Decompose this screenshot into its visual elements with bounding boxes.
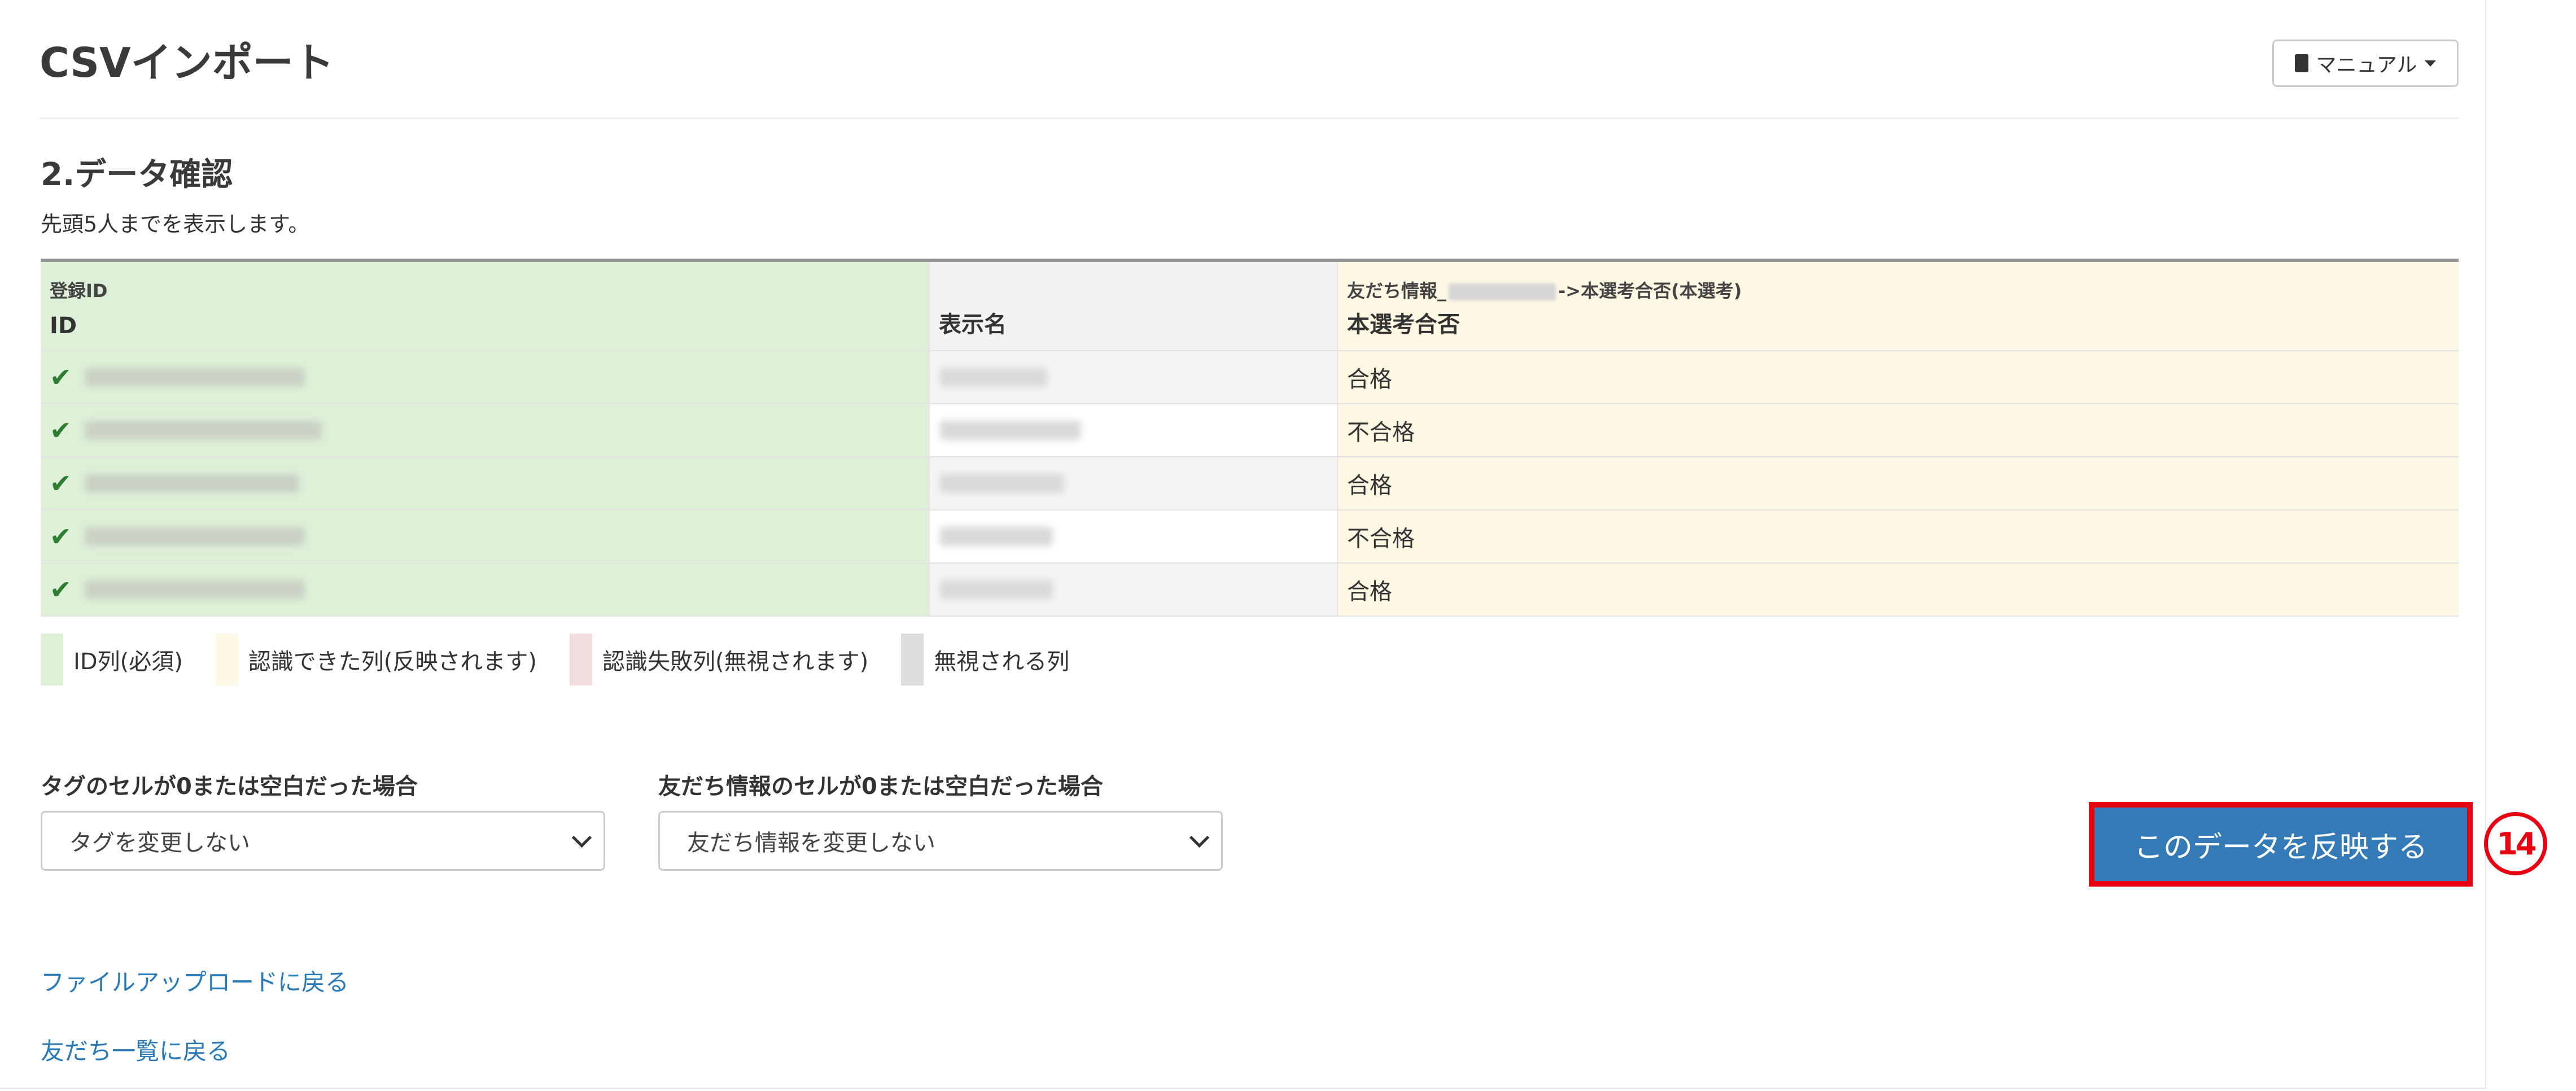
id-cell: ✔ bbox=[41, 510, 930, 562]
manual-dropdown-button[interactable]: マニュアル bbox=[2272, 40, 2459, 87]
legend-recognized-column: 認識できた列(反映されます) bbox=[215, 634, 537, 686]
redacted-id bbox=[85, 421, 322, 440]
header-sub-suffix: ->本選考合否(本選考) bbox=[1558, 280, 1742, 302]
redacted-field-name bbox=[1449, 283, 1556, 300]
redacted-name bbox=[940, 527, 1053, 546]
legend-label: ID列(必須) bbox=[73, 649, 183, 675]
check-icon: ✔ bbox=[50, 574, 72, 605]
redacted-id bbox=[85, 527, 305, 546]
legend-swatch bbox=[41, 634, 63, 686]
display-name-cell bbox=[930, 457, 1338, 509]
display-name-cell bbox=[930, 564, 1338, 616]
tag-option-label: タグのセルが0または空白だった場合 bbox=[41, 774, 418, 800]
legend-swatch bbox=[215, 634, 238, 686]
friend-option-value: 友だち情報を変更しない bbox=[687, 830, 935, 856]
legend-label: 認識失敗列(無視されます) bbox=[602, 649, 869, 675]
step-number-badge: 14 bbox=[2484, 812, 2547, 875]
table-row: ✔ 不合格 bbox=[41, 404, 2459, 457]
result-cell: 不合格 bbox=[1338, 510, 2459, 562]
redacted-id bbox=[85, 580, 305, 599]
header-main-label: ID bbox=[50, 313, 77, 339]
section-heading: 2.データ確認 bbox=[41, 156, 233, 193]
table-row: ✔ 不合格 bbox=[41, 510, 2459, 564]
check-icon: ✔ bbox=[50, 468, 72, 499]
divider bbox=[40, 117, 2459, 119]
id-cell: ✔ bbox=[41, 564, 930, 616]
header-sub-label: 登録ID bbox=[50, 280, 108, 302]
display-name-cell bbox=[930, 404, 1338, 456]
back-to-upload-link[interactable]: ファイルアップロードに戻る bbox=[41, 963, 349, 998]
header-display-name-column: 表示名 bbox=[930, 262, 1338, 350]
legend-id-column: ID列(必須) bbox=[41, 634, 183, 686]
redacted-name bbox=[940, 421, 1081, 440]
manual-label: マニュアル bbox=[2316, 54, 2417, 77]
redacted-name bbox=[940, 474, 1064, 493]
id-cell: ✔ bbox=[41, 457, 930, 509]
apply-data-button[interactable]: このデータを反映する bbox=[2089, 802, 2473, 887]
redacted-name bbox=[940, 368, 1047, 387]
caret-down-icon bbox=[2425, 60, 2437, 67]
check-icon: ✔ bbox=[50, 415, 72, 446]
result-cell: 合格 bbox=[1338, 564, 2459, 616]
check-icon: ✔ bbox=[50, 362, 72, 392]
page: CSVインポート マニュアル 2.データ確認 先頭5人までを表示します。 登録I… bbox=[0, 0, 2576, 1091]
redacted-id bbox=[85, 368, 305, 387]
preview-note: 先頭5人までを表示します。 bbox=[41, 212, 310, 237]
result-cell: 合格 bbox=[1338, 351, 2459, 403]
chevron-down-icon bbox=[1189, 827, 1210, 848]
header-result-column: 友だち情報_ ->本選考合否(本選考) 本選考合否 bbox=[1338, 262, 2459, 350]
table-header-row: 登録ID ID 表示名 友だち情報_ ->本選考合否(本選考) 本選考合否 bbox=[41, 262, 2459, 351]
chevron-down-icon bbox=[571, 827, 592, 848]
header-sub-label: 友だち情報_ ->本選考合否(本選考) bbox=[1347, 277, 1742, 303]
data-preview-table: 登録ID ID 表示名 友だち情報_ ->本選考合否(本選考) 本選考合否 ✔ 合… bbox=[41, 259, 2459, 617]
redacted-name bbox=[940, 580, 1053, 599]
redacted-id bbox=[85, 474, 299, 493]
header-id-column: 登録ID ID bbox=[41, 262, 930, 350]
friend-option-select[interactable]: 友だち情報を変更しない bbox=[658, 811, 1223, 871]
table-row: ✔ 合格 bbox=[41, 564, 2459, 617]
tag-option-select[interactable]: タグを変更しない bbox=[41, 811, 605, 871]
friend-option-label: 友だち情報のセルが0または空白だった場合 bbox=[658, 774, 1103, 800]
table-row: ✔ 合格 bbox=[41, 457, 2459, 510]
legend-swatch bbox=[901, 634, 924, 686]
id-cell: ✔ bbox=[41, 351, 930, 403]
check-icon: ✔ bbox=[50, 521, 72, 552]
legend-label: 無視される列 bbox=[934, 649, 1070, 675]
page-title: CSVインポート bbox=[40, 39, 334, 86]
color-legend: ID列(必須) 認識できた列(反映されます) 認識失敗列(無視されます) 無視さ… bbox=[41, 634, 1102, 686]
legend-failed-column: 認識失敗列(無視されます) bbox=[570, 634, 868, 686]
display-name-cell bbox=[930, 351, 1338, 403]
legend-label: 認識できた列(反映されます) bbox=[248, 649, 537, 675]
result-cell: 合格 bbox=[1338, 457, 2459, 509]
id-cell: ✔ bbox=[41, 404, 930, 456]
header-main-label: 本選考合否 bbox=[1347, 312, 1460, 338]
tag-option-value: タグを変更しない bbox=[69, 830, 250, 856]
header-main-label: 表示名 bbox=[939, 312, 1007, 338]
book-icon bbox=[2294, 54, 2308, 72]
table-row: ✔ 合格 bbox=[41, 351, 2459, 404]
result-cell: 不合格 bbox=[1338, 404, 2459, 456]
legend-swatch bbox=[570, 634, 593, 686]
legend-ignored-column: 無視される列 bbox=[901, 634, 1069, 686]
display-name-cell bbox=[930, 510, 1338, 562]
back-to-friend-list-link[interactable]: 友だち一覧に戻る bbox=[41, 1032, 230, 1067]
header-sub-prefix: 友だち情報_ bbox=[1347, 280, 1447, 302]
